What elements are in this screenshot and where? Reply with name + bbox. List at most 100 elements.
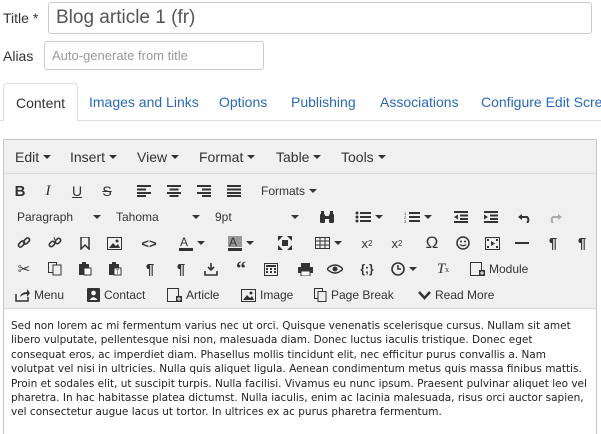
svg-text:A: A bbox=[180, 236, 188, 249]
chevron-down-icon bbox=[309, 189, 318, 193]
underline-icon[interactable]: U bbox=[68, 178, 86, 204]
svg-text:T: T bbox=[116, 270, 120, 276]
insert-datetime-icon[interactable] bbox=[202, 256, 220, 282]
preview-icon[interactable] bbox=[326, 256, 344, 282]
block-format-select[interactable]: Paragraph bbox=[17, 204, 101, 230]
paste-text-icon[interactable]: T bbox=[106, 256, 124, 282]
toolbar-row-3: <> A A x2 x2 Ω ¶ ¶ bbox=[4, 230, 596, 256]
paste-icon[interactable] bbox=[76, 256, 94, 282]
toolbar-row-2: Paragraph Tahoma 9pt 123 bbox=[4, 204, 596, 230]
font-family-select[interactable]: Tahoma bbox=[116, 204, 200, 230]
blockquote-icon[interactable]: “ bbox=[232, 256, 250, 282]
menu-tools[interactable]: Tools bbox=[341, 140, 386, 174]
tab-content[interactable]: Content bbox=[3, 83, 79, 122]
tab-images-and-links[interactable]: Images and Links bbox=[89, 83, 199, 121]
align-justify-icon[interactable] bbox=[225, 178, 243, 204]
chevron-down-icon bbox=[171, 155, 180, 159]
image-icon[interactable] bbox=[105, 230, 123, 256]
italic-icon[interactable]: I bbox=[39, 178, 57, 204]
alias-label: Alias bbox=[3, 47, 34, 64]
bookmark-icon[interactable] bbox=[76, 230, 94, 256]
toolbar-row-5: Menu Contact Article Image Page Break Re… bbox=[4, 282, 596, 308]
page-break-button[interactable]: Page Break bbox=[314, 282, 394, 308]
read-more-button[interactable]: Read More bbox=[418, 282, 494, 308]
alias-row: Alias bbox=[0, 41, 46, 70]
module-button[interactable]: Module bbox=[470, 256, 528, 282]
menu-format[interactable]: Format bbox=[199, 140, 256, 174]
toolbar-row-4: ✂ T ¶ ¶ “ {;} Tx Module bbox=[4, 256, 596, 282]
background-color-icon[interactable]: A bbox=[224, 230, 258, 256]
special-character-icon[interactable]: Ω bbox=[422, 230, 442, 256]
menu-insert[interactable]: Insert bbox=[70, 140, 118, 174]
subscript-icon[interactable]: x2 bbox=[358, 230, 376, 256]
menu-view[interactable]: View bbox=[137, 140, 180, 174]
fullscreen-icon[interactable] bbox=[276, 230, 294, 256]
title-label: Title * bbox=[3, 10, 39, 26]
contact-button[interactable]: Contact bbox=[87, 282, 145, 308]
ltr-icon[interactable]: ¶ bbox=[543, 230, 563, 256]
redo-icon[interactable] bbox=[546, 204, 564, 230]
chevron-down-icon bbox=[93, 215, 101, 219]
strikethrough-icon[interactable]: S bbox=[98, 178, 116, 204]
chevron-down-icon bbox=[375, 215, 383, 219]
share-icon bbox=[15, 288, 30, 302]
code-sample-icon[interactable]: {;} bbox=[356, 256, 378, 282]
image-button[interactable]: Image bbox=[241, 282, 293, 308]
indent-icon[interactable] bbox=[482, 204, 500, 230]
chevron-down-icon bbox=[423, 215, 432, 219]
visual-chars-icon[interactable]: ¶ bbox=[172, 256, 190, 282]
chevron-down-icon bbox=[313, 155, 322, 159]
tab-associations[interactable]: Associations bbox=[380, 83, 459, 121]
chevron-down-icon bbox=[43, 155, 52, 159]
svg-text:3: 3 bbox=[404, 219, 407, 223]
editor-content-area[interactable]: Sed non lorem ac mi fermentum varius nec… bbox=[4, 309, 596, 420]
font-size-select[interactable]: 9pt bbox=[215, 204, 299, 230]
title-field[interactable]: Blog article 1 (fr) bbox=[48, 2, 592, 34]
media-icon[interactable] bbox=[482, 230, 502, 256]
menu-button[interactable]: Menu bbox=[15, 282, 64, 308]
chevron-down-icon bbox=[333, 241, 342, 245]
alias-field[interactable]: Auto-generate from title bbox=[44, 41, 264, 70]
binoculars-icon[interactable] bbox=[318, 204, 336, 230]
article-button[interactable]: Article bbox=[167, 282, 219, 308]
tab-configure-edit-screen[interactable]: Configure Edit Scree bbox=[481, 83, 601, 121]
formats-dropdown[interactable]: Formats bbox=[261, 178, 318, 204]
module-icon bbox=[470, 262, 485, 276]
title-row: Title * bbox=[0, 2, 46, 34]
emoticons-icon[interactable] bbox=[453, 230, 473, 256]
clear-formatting-icon[interactable]: Tx bbox=[433, 256, 453, 282]
svg-text:A: A bbox=[229, 236, 237, 249]
copy-icon[interactable] bbox=[46, 256, 64, 282]
chevron-down-icon bbox=[197, 241, 205, 245]
tab-options[interactable]: Options bbox=[219, 83, 267, 121]
numbered-list-icon[interactable]: 123 bbox=[401, 204, 434, 230]
chevron-down-icon bbox=[192, 215, 200, 219]
superscript-icon[interactable]: x2 bbox=[388, 230, 406, 256]
horizontal-rule-icon[interactable] bbox=[512, 230, 532, 256]
align-center-icon[interactable] bbox=[165, 178, 183, 204]
tab-publishing[interactable]: Publishing bbox=[291, 83, 356, 121]
code-icon[interactable]: <> bbox=[140, 230, 158, 256]
bullet-list-icon[interactable] bbox=[354, 204, 384, 230]
clock-icon[interactable] bbox=[388, 256, 420, 282]
article-icon bbox=[167, 288, 182, 302]
template-icon[interactable] bbox=[262, 256, 280, 282]
undo-icon[interactable] bbox=[516, 204, 534, 230]
contact-card-icon bbox=[87, 288, 100, 302]
link-icon[interactable] bbox=[15, 230, 33, 256]
align-left-icon[interactable] bbox=[135, 178, 153, 204]
outdent-icon[interactable] bbox=[452, 204, 470, 230]
text-color-icon[interactable]: A bbox=[175, 230, 209, 256]
unlink-icon[interactable] bbox=[46, 230, 64, 256]
table-icon[interactable] bbox=[312, 230, 344, 256]
align-right-icon[interactable] bbox=[195, 178, 213, 204]
print-icon[interactable] bbox=[296, 256, 314, 282]
show-blocks-icon[interactable]: ¶ bbox=[141, 256, 159, 282]
bold-icon[interactable]: B bbox=[11, 178, 29, 204]
menu-edit[interactable]: Edit bbox=[15, 140, 52, 174]
editor-menubar: Edit Insert View Format Table Tools bbox=[4, 140, 596, 174]
rtl-icon[interactable]: ¶ bbox=[572, 230, 592, 256]
menu-table[interactable]: Table bbox=[276, 140, 322, 174]
chevron-down-icon bbox=[109, 155, 118, 159]
cut-icon[interactable]: ✂ bbox=[15, 256, 33, 282]
